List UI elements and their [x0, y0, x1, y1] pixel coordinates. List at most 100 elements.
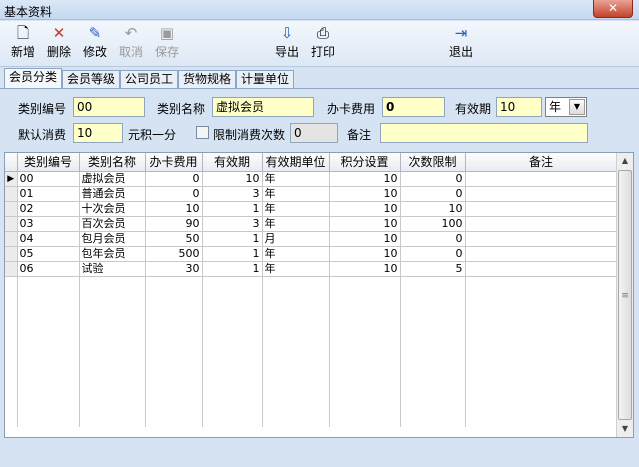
col-header[interactable]: 类别编号	[17, 153, 80, 172]
table-row[interactable]: 02 十次会员 10 1 年 10 10	[5, 201, 618, 217]
table-cell[interactable]: 1	[202, 201, 263, 217]
table-cell[interactable]: 04	[17, 231, 80, 247]
col-header[interactable]: 备注	[465, 153, 618, 172]
limit-checkbox[interactable]	[196, 126, 209, 139]
tab-goods-spec[interactable]: 货物规格	[178, 70, 237, 89]
table-cell[interactable]: 05	[17, 246, 80, 262]
tab-company-staff[interactable]: 公司员工	[120, 70, 179, 89]
table-cell[interactable]	[465, 171, 618, 187]
vertical-scrollbar[interactable]: ▲ ≡ ▼	[616, 153, 633, 437]
empty-cell	[17, 351, 80, 366]
table-cell[interactable]: 10	[202, 171, 263, 187]
table-cell[interactable]: 0	[145, 171, 203, 187]
edit-button[interactable]: ✎ 修改	[78, 23, 112, 65]
tab-member-category[interactable]: 会员分类	[4, 68, 63, 89]
table-cell[interactable]: 试验	[79, 261, 146, 277]
table-cell[interactable]: 100	[400, 216, 466, 232]
table-cell[interactable]	[465, 186, 618, 202]
table-cell[interactable]: 1	[202, 231, 263, 247]
table-cell[interactable]: 10	[329, 186, 401, 202]
table-cell[interactable]: 01	[17, 186, 80, 202]
table-cell[interactable]	[465, 246, 618, 262]
table-cell[interactable]	[465, 261, 618, 277]
table-cell[interactable]: 00	[17, 171, 80, 187]
default-spend-input[interactable]: 10	[73, 123, 123, 143]
table-cell[interactable]: 10	[400, 201, 466, 217]
table-cell[interactable]: 10	[329, 246, 401, 262]
table-cell[interactable]	[465, 231, 618, 247]
table-cell[interactable]: 0	[400, 246, 466, 262]
table-cell[interactable]: 年	[262, 186, 330, 202]
table-cell[interactable]: 0	[145, 186, 203, 202]
table-row[interactable]: 04 包月会员 50 1 月 10 0	[5, 231, 618, 247]
scroll-down-icon[interactable]: ▼	[617, 421, 633, 437]
validity-input[interactable]: 10	[496, 97, 542, 117]
table-cell[interactable]: 10	[329, 171, 401, 187]
table-cell[interactable]: 百次会员	[79, 216, 146, 232]
print-button[interactable]: ⎙ 打印	[306, 23, 340, 65]
col-header[interactable]: 次数限制	[400, 153, 466, 172]
table-row[interactable]: 06 试验 30 1 年 10 5	[5, 261, 618, 277]
table-cell[interactable]: 03	[17, 216, 80, 232]
table-row[interactable]: 05 包年会员 500 1 年 10 0	[5, 246, 618, 262]
table-row[interactable]: ▶ 00 虚拟会员 0 10 年 10 0	[5, 171, 618, 187]
limit-input[interactable]: 0	[290, 123, 338, 143]
name-input[interactable]: 虚拟会员	[212, 97, 314, 117]
validity-unit-select[interactable]: 年 ▼	[545, 97, 587, 117]
scroll-up-icon[interactable]: ▲	[617, 153, 633, 169]
table-cell[interactable]: 0	[400, 186, 466, 202]
table-cell[interactable]: 10	[329, 261, 401, 277]
tab-unit[interactable]: 计量单位	[236, 70, 295, 89]
table-cell[interactable]: 包年会员	[79, 246, 146, 262]
table-cell[interactable]: 包月会员	[79, 231, 146, 247]
table-cell[interactable]: 02	[17, 201, 80, 217]
table-cell[interactable]: 10	[329, 216, 401, 232]
table-cell[interactable]: 年	[262, 246, 330, 262]
table-cell[interactable]: 0	[400, 171, 466, 187]
code-input[interactable]: 00	[73, 97, 145, 117]
table-cell[interactable]: 年	[262, 216, 330, 232]
table-cell[interactable]: 月	[262, 231, 330, 247]
table-cell[interactable]: 30	[145, 261, 203, 277]
delete-button[interactable]: ✕ 删除	[42, 23, 76, 65]
table-cell[interactable]: 普通会员	[79, 186, 146, 202]
export-button[interactable]: ⇩ 导出	[270, 23, 304, 65]
table-cell[interactable]: 年	[262, 261, 330, 277]
col-header[interactable]: 有效期单位	[262, 153, 330, 172]
table-cell[interactable]: 年	[262, 201, 330, 217]
close-button[interactable]: ✕	[593, 0, 633, 18]
table-cell[interactable]: 1	[202, 246, 263, 262]
remark-input[interactable]	[380, 123, 588, 143]
save-button[interactable]: ▣ 保存	[150, 23, 184, 65]
table-row[interactable]: 01 普通会员 0 3 年 10 0	[5, 186, 618, 202]
scroll-thumb[interactable]: ≡	[618, 170, 632, 420]
tab-member-level[interactable]: 会员等级	[62, 70, 121, 89]
col-header[interactable]: 积分设置	[329, 153, 401, 172]
table-cell[interactable]: 3	[202, 216, 263, 232]
table-cell[interactable]: 0	[400, 231, 466, 247]
table-cell[interactable]	[465, 216, 618, 232]
table-cell[interactable]: 1	[202, 261, 263, 277]
table-row[interactable]: 03 百次会员 90 3 年 10 100	[5, 216, 618, 232]
col-header[interactable]: 类别名称	[79, 153, 146, 172]
cancel-button[interactable]: ↶ 取消	[114, 23, 148, 65]
table-cell[interactable]: 10	[145, 201, 203, 217]
table-cell[interactable]	[465, 201, 618, 217]
table-cell[interactable]: 虚拟会员	[79, 171, 146, 187]
table-cell[interactable]: 十次会员	[79, 201, 146, 217]
table-cell[interactable]: 年	[262, 171, 330, 187]
table-cell[interactable]: 10	[329, 201, 401, 217]
table-cell[interactable]: 50	[145, 231, 203, 247]
table-cell[interactable]: 10	[329, 231, 401, 247]
exit-button[interactable]: ⇥ 退出	[444, 23, 478, 65]
table-cell[interactable]: 500	[145, 246, 203, 262]
col-header[interactable]: 办卡费用	[145, 153, 203, 172]
fee-input[interactable]: 0	[382, 97, 445, 117]
table-cell[interactable]: 90	[145, 216, 203, 232]
table-cell[interactable]: 3	[202, 186, 263, 202]
chevron-down-icon[interactable]: ▼	[569, 99, 585, 115]
table-cell[interactable]: 06	[17, 261, 80, 277]
table-cell[interactable]: 5	[400, 261, 466, 277]
new-button[interactable]: 🗋 新增	[6, 23, 40, 65]
col-header[interactable]: 有效期	[202, 153, 263, 172]
